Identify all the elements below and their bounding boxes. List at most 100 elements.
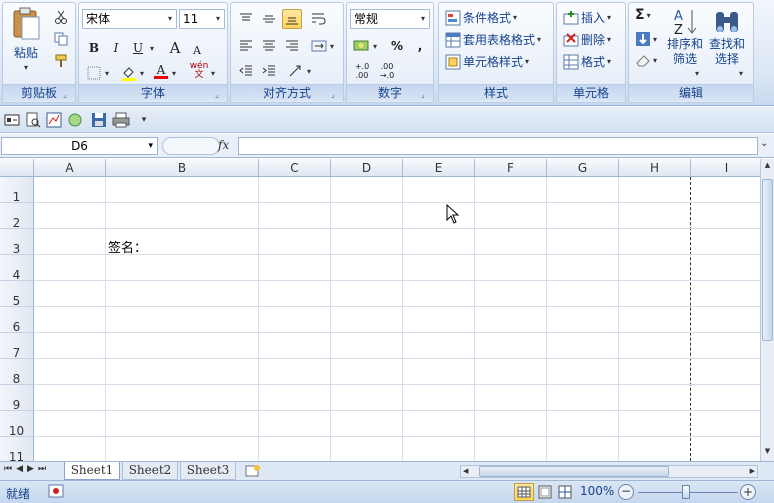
phonetic-icon[interactable]: wén 文	[189, 61, 209, 81]
name-box-dropdown-icon[interactable]: ▾	[148, 138, 153, 154]
orientation-dropdown-icon[interactable]: ▾	[307, 67, 311, 76]
currency-icon[interactable]	[352, 36, 372, 56]
form-icon[interactable]	[3, 111, 21, 128]
sort-filter-button[interactable]: AZ 排序和 筛选	[667, 7, 703, 67]
font-name-dropdown-icon[interactable]: ▾	[164, 10, 176, 28]
number-launcher-icon[interactable]: ⌟	[421, 90, 430, 99]
underline-dropdown-icon[interactable]: ▾	[150, 44, 154, 53]
cut-icon[interactable]	[51, 7, 71, 27]
tab-sheet3[interactable]: Sheet3	[180, 462, 236, 480]
scroll-right-icon[interactable]: ▶	[750, 467, 755, 475]
sheet-nav-icon[interactable]: ⏮◀▶⏭	[4, 464, 50, 474]
underline-button[interactable]: U	[128, 38, 148, 58]
row-header-9[interactable]: 9	[0, 385, 34, 412]
vertical-scroll-thumb[interactable]	[762, 179, 773, 341]
insert-dropdown-icon[interactable]: ▾	[607, 13, 611, 22]
format-cells-button[interactable]: 格式 ▾	[563, 53, 611, 70]
font-color-dropdown-icon[interactable]: ▾	[172, 69, 176, 78]
column-header-f[interactable]: F	[475, 159, 547, 177]
page-break-view-icon[interactable]	[556, 484, 574, 503]
align-left-icon[interactable]	[236, 36, 256, 56]
conditional-format-button[interactable]: 条件格式 ▾	[445, 9, 517, 26]
delete-dropdown-icon[interactable]: ▾	[607, 35, 611, 44]
zoom-in-icon[interactable]: +	[740, 484, 756, 500]
align-right-icon[interactable]	[282, 36, 302, 56]
autosum-button[interactable]: Σ ▾	[635, 7, 651, 23]
phonetic-dropdown-icon[interactable]: ▾	[211, 69, 215, 78]
column-header-g[interactable]: G	[547, 159, 619, 177]
chart-icon[interactable]	[45, 111, 63, 128]
increase-indent-icon[interactable]	[259, 61, 279, 81]
vertical-scrollbar[interactable]: ▲ ▼	[760, 159, 774, 461]
clear-dropdown-icon[interactable]: ▾	[653, 56, 657, 65]
circle-icon[interactable]	[66, 111, 84, 128]
select-all-corner[interactable]	[0, 159, 34, 177]
row-header-4[interactable]: 4	[0, 255, 34, 282]
font-name-combo[interactable]: 宋体 ▾	[82, 9, 177, 29]
column-header-e[interactable]: E	[403, 159, 475, 177]
insert-function-icon[interactable]: fx	[218, 138, 229, 152]
cell-styles-dropdown-icon[interactable]: ▾	[525, 57, 529, 66]
border-icon[interactable]	[84, 63, 104, 83]
column-header-a[interactable]: A	[34, 159, 106, 177]
shrink-font-button[interactable]: A	[187, 40, 207, 60]
zoom-level[interactable]: 100%	[580, 484, 614, 498]
font-launcher-icon[interactable]: ⌟	[215, 90, 224, 99]
column-header-d[interactable]: D	[331, 159, 403, 177]
row-header-5[interactable]: 5	[0, 281, 34, 308]
customize-qat-icon[interactable]: ▾	[135, 111, 153, 128]
delete-cells-button[interactable]: 删除 ▾	[563, 31, 611, 48]
formula-bar-splitter[interactable]	[162, 137, 220, 155]
row-header-3[interactable]: 3	[0, 229, 34, 256]
row-header-6[interactable]: 6	[0, 307, 34, 334]
paste-dropdown-icon[interactable]: ▾	[24, 63, 28, 72]
print-preview-icon[interactable]	[24, 111, 42, 128]
insert-sheet-icon[interactable]	[243, 464, 263, 481]
scroll-left-icon[interactable]: ◀	[463, 467, 468, 475]
font-size-dropdown-icon[interactable]: ▾	[212, 10, 224, 28]
column-header-h[interactable]: H	[619, 159, 691, 177]
currency-dropdown-icon[interactable]: ▾	[373, 42, 377, 51]
row-header-2[interactable]: 2	[0, 203, 34, 230]
scroll-up-icon[interactable]: ▲	[762, 161, 773, 171]
worksheet-grid[interactable]: A B C D E F G H I 1 2 3 4 5 6 7 8 9 10 1…	[0, 159, 760, 461]
save-icon[interactable]	[90, 111, 108, 128]
row-header-8[interactable]: 8	[0, 359, 34, 386]
conditional-format-dropdown-icon[interactable]: ▾	[513, 13, 517, 22]
name-box[interactable]: D6 ▾	[1, 137, 158, 155]
merge-dropdown-icon[interactable]: ▾	[330, 42, 334, 51]
autosum-dropdown-icon[interactable]: ▾	[647, 11, 651, 20]
bold-button[interactable]: B	[84, 38, 104, 58]
normal-view-icon[interactable]	[514, 483, 534, 501]
font-color-icon[interactable]: A	[151, 61, 171, 81]
font-size-combo[interactable]: 11 ▾	[179, 9, 225, 29]
print-icon[interactable]	[112, 111, 130, 128]
row-header-11[interactable]: 11	[0, 437, 34, 461]
clipboard-launcher-icon[interactable]: ⌟	[63, 90, 72, 99]
alignment-launcher-icon[interactable]: ⌟	[331, 90, 340, 99]
find-select-dropdown-icon[interactable]: ▾	[739, 69, 743, 78]
horizontal-scroll-thumb[interactable]	[479, 466, 669, 477]
italic-button[interactable]: I	[106, 38, 126, 58]
paste-button[interactable]: 粘贴 ▾	[9, 7, 43, 72]
align-top-icon[interactable]	[236, 9, 256, 29]
sort-filter-dropdown-icon[interactable]: ▾	[695, 69, 699, 78]
zoom-out-icon[interactable]: −	[618, 484, 634, 500]
number-format-combo[interactable]: 常规 ▾	[350, 9, 430, 29]
row-header-10[interactable]: 10	[0, 411, 34, 438]
decrease-decimal-button[interactable]: .00 →.0	[377, 61, 397, 81]
align-bottom-icon[interactable]	[282, 9, 302, 29]
fill-dropdown-icon[interactable]: ▾	[653, 35, 657, 44]
align-middle-icon[interactable]	[259, 9, 279, 29]
orientation-icon[interactable]	[286, 61, 306, 81]
macro-record-icon[interactable]	[48, 484, 64, 501]
align-center-icon[interactable]	[259, 36, 279, 56]
grow-font-button[interactable]: A	[165, 38, 185, 58]
column-header-b[interactable]: B	[106, 159, 259, 177]
increase-decimal-button[interactable]: +.0 .00	[352, 61, 372, 81]
format-dropdown-icon[interactable]: ▾	[607, 57, 611, 66]
insert-cells-button[interactable]: 插入 ▾	[563, 9, 611, 26]
format-painter-icon[interactable]	[51, 51, 71, 71]
copy-icon[interactable]	[51, 29, 71, 49]
scroll-down-icon[interactable]: ▼	[762, 447, 773, 457]
